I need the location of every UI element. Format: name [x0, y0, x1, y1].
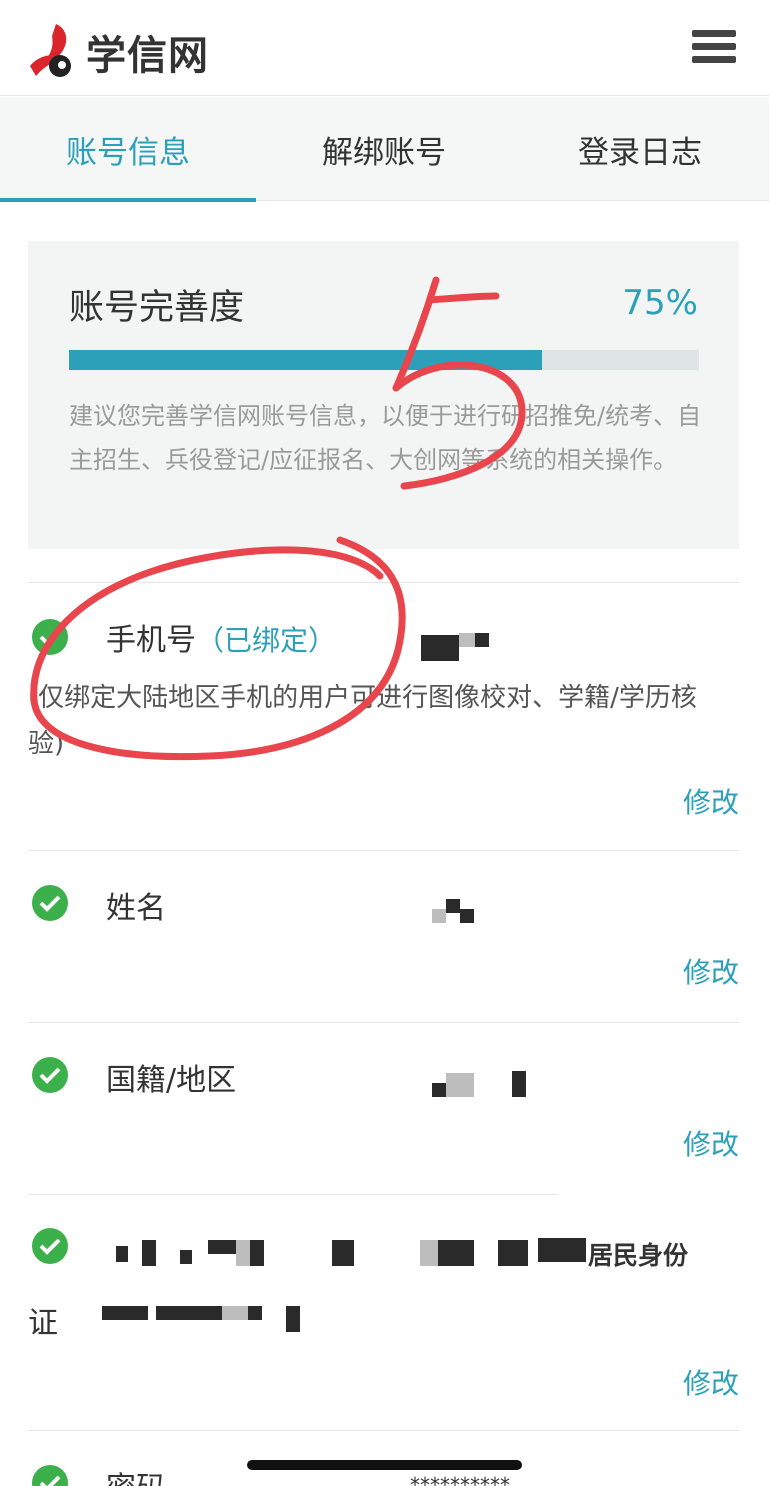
id-document-row: 居民身份 证 修改 [28, 1194, 739, 1430]
redacted-id-type [236, 1240, 250, 1266]
app-header: 学信网 [0, 0, 769, 96]
check-icon [32, 1465, 68, 1486]
id-type-wrap-label: 证 [28, 1306, 58, 1341]
redacted-id-number [156, 1306, 222, 1320]
nationality-row: 国籍/地区 修改 [28, 1022, 739, 1194]
redacted-id-type [438, 1240, 474, 1266]
tab-unbind-account[interactable]: 解绑账号 [256, 97, 512, 201]
phone-row: 手机号（已绑定） (仅绑定大陆地区手机的用户可进行图像校对、学籍/学历核验) 修… [28, 582, 739, 850]
redacted-nationality-value [512, 1071, 526, 1097]
name-label: 姓名 [106, 891, 166, 926]
redacted-id-type [180, 1250, 192, 1264]
tab-bar: 账号信息 解绑账号 登录日志 [0, 97, 769, 202]
completeness-title: 账号完善度 [69, 288, 245, 328]
check-icon [32, 1057, 68, 1093]
redacted-nationality-value [432, 1083, 446, 1097]
home-indicator [247, 1460, 522, 1470]
menu-bar [692, 56, 736, 63]
check-icon [32, 885, 68, 921]
redacted-id-number [222, 1306, 248, 1320]
redacted-id-type [332, 1240, 354, 1266]
redacted-name-value [432, 909, 446, 923]
redacted-id-number [102, 1306, 148, 1320]
menu-bar [692, 43, 736, 50]
logo[interactable]: 学信网 [26, 22, 209, 82]
completeness-percent: 75% [622, 283, 698, 323]
redacted-id-type [250, 1240, 264, 1266]
redacted-id-number [286, 1306, 300, 1332]
redacted-id-number [248, 1306, 262, 1320]
edit-phone-link[interactable]: 修改 [683, 781, 739, 821]
redacted-id-type [208, 1240, 236, 1254]
edit-name-link[interactable]: 修改 [683, 951, 739, 991]
name-row: 姓名 修改 [28, 850, 739, 1022]
menu-bar [692, 30, 736, 37]
logo-bird-icon [26, 22, 78, 82]
redacted-id-type [498, 1240, 528, 1266]
progress-fill [69, 350, 542, 370]
phone-label: 手机号（已绑定） [106, 615, 336, 659]
phone-description: (仅绑定大陆地区手机的用户可进行图像校对、学籍/学历核验) [28, 683, 697, 759]
redacted-name-value [460, 909, 474, 923]
redacted-id-type [116, 1246, 128, 1262]
check-icon [32, 619, 68, 655]
id-type-tail-label: 居民身份 [588, 1241, 689, 1270]
edit-id-link[interactable]: 修改 [683, 1362, 739, 1402]
completeness-note: 建议您完善学信网账号信息，以便于进行研招推免/统考、自主招生、兵役登记/应征报名… [69, 402, 702, 474]
tab-account-info[interactable]: 账号信息 [0, 97, 256, 202]
account-completeness-card: 账号完善度 75% 建议您完善学信网账号信息，以便于进行研招推免/统考、自主招生… [28, 241, 739, 549]
password-value: ********** [410, 1473, 510, 1486]
redacted-phone-value [421, 635, 459, 661]
nationality-label: 国籍/地区 [106, 1063, 237, 1098]
password-row: 密码 ********** [28, 1430, 739, 1486]
check-icon [32, 1228, 68, 1264]
completeness-progress-bar [69, 350, 699, 370]
redacted-phone-value [459, 633, 475, 647]
password-label: 密码 [106, 1463, 166, 1486]
phone-label-text: 手机号 [106, 623, 196, 658]
logo-text: 学信网 [86, 33, 209, 79]
tab-login-log[interactable]: 登录日志 [512, 97, 768, 201]
redacted-name-value [446, 899, 460, 913]
hamburger-menu-icon[interactable] [692, 30, 736, 70]
redacted-id-type [420, 1240, 438, 1266]
redacted-id-type [538, 1238, 586, 1262]
edit-nationality-link[interactable]: 修改 [683, 1123, 739, 1163]
phone-bound-status: （已绑定） [196, 624, 337, 657]
redacted-nationality-value [446, 1073, 474, 1097]
redacted-phone-value [475, 633, 489, 647]
redacted-id-type [142, 1240, 156, 1266]
